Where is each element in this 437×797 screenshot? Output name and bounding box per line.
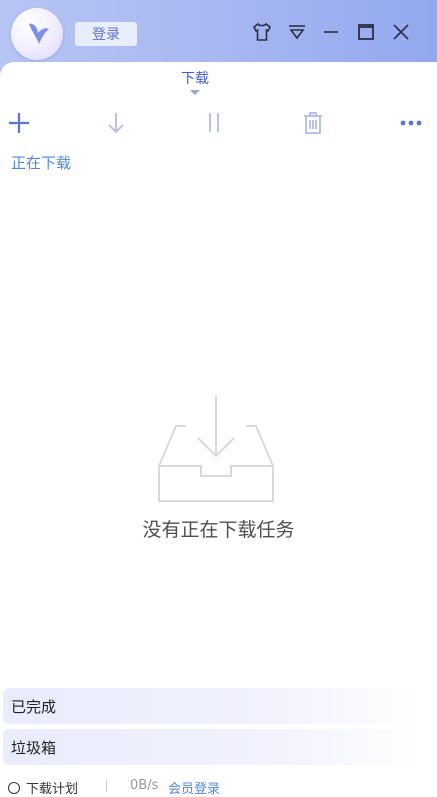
add-icon[interactable] [6,110,32,136]
footer-divider [106,780,107,792]
tab-download[interactable]: 下载 [170,68,220,88]
close-icon[interactable] [389,20,413,44]
maximize-icon[interactable] [354,20,378,44]
empty-inbox-icon [156,396,276,506]
pause-icon[interactable] [201,110,227,136]
trash-icon[interactable] [300,110,326,136]
status-bar: 下载计划 0B/s 会员登录 [0,778,437,797]
download-icon[interactable] [103,110,129,136]
skin-icon[interactable] [250,20,274,44]
menu-dropdown-icon[interactable] [285,20,309,44]
speed-readout: 0B/s [130,778,159,793]
tab-notch [360,62,400,96]
tab-caret-icon [190,90,200,95]
trash-section[interactable]: 垃圾箱 [3,729,419,765]
more-icon[interactable] [398,110,424,136]
empty-state-message: 没有正在下载任务 [142,519,295,541]
completed-section[interactable]: 已完成 [3,688,419,724]
trash-label: 垃圾箱 [11,738,57,757]
completed-label: 已完成 [11,697,57,716]
minimize-icon[interactable] [319,20,343,44]
downloading-section-label[interactable]: 正在下载 [11,152,71,173]
app-logo [11,8,63,60]
login-button[interactable]: 登录 [75,22,137,46]
